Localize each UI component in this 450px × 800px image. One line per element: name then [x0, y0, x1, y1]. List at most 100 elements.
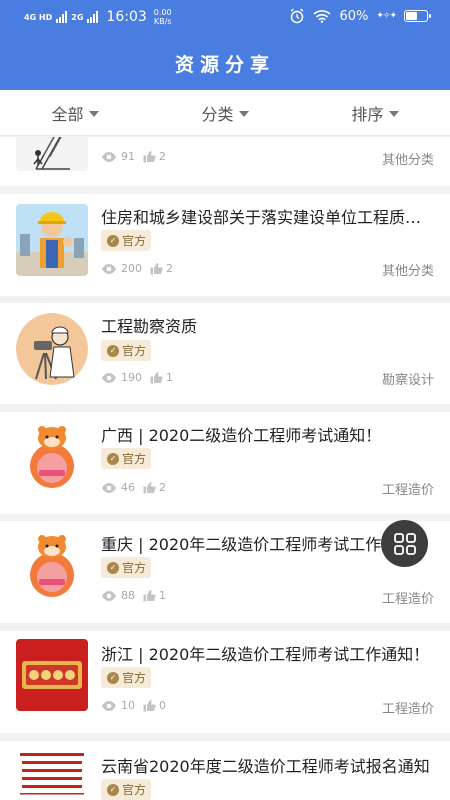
- resource-list: ✓ 官方 91 2 其他分类 住房和城乡建设部关于落实建设单位工程质量首要责任的…: [0, 137, 450, 800]
- thumbs-up-icon: [150, 263, 163, 275]
- official-badge-label: 官方: [122, 783, 147, 797]
- view-count: 91: [121, 150, 135, 163]
- item-title: 广西 | 2020二级造价工程师考试通知！: [101, 426, 382, 445]
- official-badge: ✓ 官方: [101, 557, 151, 578]
- official-badge: ✓ 官方: [101, 667, 151, 688]
- thumbs-up-icon: [143, 700, 156, 712]
- official-badge: ✓ 官方: [101, 448, 151, 469]
- eye-icon: [102, 482, 116, 493]
- wifi-icon: [313, 10, 332, 23]
- network-indicator-1: 4G HD: [24, 12, 53, 22]
- thumbnail-worker-thumbs-up: [16, 204, 88, 276]
- filter-sort-label: 排序: [351, 104, 384, 124]
- item-title: 浙江 | 2020年二级造价工程师考试工作通知！: [101, 645, 430, 664]
- like-count: 0: [159, 699, 166, 712]
- app-header: 4G HD 2G 16:03 0.00 KB/s 60% ✦✧✦ 资源分享: [0, 0, 450, 90]
- item-title: 工程勘察资质: [101, 317, 198, 336]
- official-badge-label: 官方: [122, 234, 147, 248]
- official-badge-label: 官方: [122, 344, 147, 358]
- item-stats: 10 0: [101, 699, 166, 712]
- verified-icon: ✓: [107, 671, 119, 684]
- item-title: 住房和城乡建设部关于落实建设单位工程质量首要责任的通知: [101, 208, 436, 227]
- view-count: 10: [121, 699, 135, 712]
- official-badge-label: 官方: [122, 671, 147, 685]
- like-count: 1: [159, 589, 166, 602]
- item-stats: 190 1: [101, 371, 173, 384]
- list-item[interactable]: 浙江 | 2020年二级造价工程师考试工作通知！ ✓ 官方 10 0 工程造价: [0, 631, 450, 733]
- official-badge: ✓ 官方: [101, 779, 151, 800]
- item-title: 云南省2020年度二级造价工程师考试报名通知: [101, 757, 430, 776]
- official-badge-label: 官方: [122, 452, 147, 466]
- caret-down-icon: [388, 110, 399, 117]
- thumbs-up-icon: [143, 482, 156, 494]
- app-screen: 4G HD 2G 16:03 0.00 KB/s 60% ✦✧✦ 资源分享 全部…: [0, 0, 450, 800]
- category-label: 工程造价: [381, 702, 434, 717]
- category-label: 勘察设计: [381, 373, 434, 388]
- verified-icon: ✓: [107, 344, 119, 357]
- like-count: 2: [159, 481, 166, 494]
- like-count: 2: [166, 262, 173, 275]
- status-bar: 4G HD 2G 16:03 0.00 KB/s 60% ✦✧✦: [0, 0, 450, 34]
- eye-icon: [102, 590, 116, 601]
- category-label: 其他分类: [381, 264, 434, 279]
- filter-bar: 全部 分类 排序: [0, 90, 450, 136]
- category-label: 其他分类: [381, 153, 434, 168]
- grid-icon: [393, 532, 416, 555]
- official-badge: ✓ 官方: [101, 230, 151, 251]
- item-stats: 200 2: [101, 262, 173, 275]
- list-item[interactable]: 广西 | 2020二级造价工程师考试通知！ ✓ 官方 46 2 工程造价: [0, 412, 450, 514]
- list-item[interactable]: ✓ 官方 91 2 其他分类: [0, 137, 450, 186]
- sparkle-icon: ✦✧✦: [376, 11, 397, 21]
- category-label: 工程造价: [381, 483, 434, 498]
- official-badge-label: 官方: [122, 561, 147, 575]
- list-item[interactable]: 云南省2020年度二级造价工程师考试报名通知 ✓ 官方: [0, 741, 450, 800]
- network-indicator-2: 2G: [71, 12, 84, 22]
- thumbnail-tiger-mascot: [16, 420, 88, 492]
- thumbnail-construction-site: [16, 137, 88, 171]
- thumbnail-surveyor: [16, 313, 88, 385]
- eye-icon: [102, 372, 116, 383]
- filter-sort[interactable]: 排序: [300, 90, 450, 135]
- item-stats: 46 2: [101, 481, 166, 494]
- eye-icon: [102, 151, 116, 162]
- battery-percentage: 60%: [339, 8, 369, 24]
- view-count: 200: [121, 262, 142, 275]
- thumbs-up-icon: [143, 151, 156, 163]
- eye-icon: [102, 700, 116, 711]
- caret-down-icon: [88, 110, 99, 117]
- like-count: 2: [159, 150, 166, 163]
- filter-category[interactable]: 分类: [150, 90, 300, 135]
- category-label: 工程造价: [381, 592, 434, 607]
- verified-icon: ✓: [107, 561, 119, 574]
- list-item[interactable]: 工程勘察资质 ✓ 官方 190 1 勘察设计: [0, 303, 450, 404]
- item-stats: 88 1: [101, 589, 166, 602]
- caret-down-icon: [238, 110, 249, 117]
- verified-icon: ✓: [107, 452, 119, 465]
- network-speed: 0.00 KB/s: [153, 8, 172, 26]
- view-count: 88: [121, 589, 135, 602]
- thumbnail-official-document: [16, 749, 88, 800]
- thumbnail-red-banner: [16, 639, 88, 711]
- grid-view-button[interactable]: [381, 520, 428, 567]
- filter-all[interactable]: 全部: [0, 90, 150, 135]
- thumbnail-tiger-mascot: [16, 529, 88, 601]
- item-stats: 91 2: [101, 150, 166, 163]
- signal-icon: [56, 11, 68, 23]
- eye-icon: [102, 263, 116, 274]
- thumbs-up-icon: [150, 372, 163, 384]
- thumbs-up-icon: [143, 590, 156, 602]
- alarm-icon: [291, 8, 304, 24]
- page-title: 资源分享: [174, 54, 275, 76]
- signal-icon-2: [87, 11, 99, 23]
- like-count: 1: [166, 371, 173, 384]
- official-badge: ✓ 官方: [101, 340, 151, 361]
- filter-all-label: 全部: [51, 104, 84, 124]
- list-item[interactable]: 住房和城乡建设部关于落实建设单位工程质量首要责任的通知 ✓ 官方 200 2 其…: [0, 194, 450, 296]
- battery-icon: [404, 10, 431, 22]
- view-count: 46: [121, 481, 135, 494]
- view-count: 190: [121, 371, 142, 384]
- verified-icon: ✓: [107, 234, 119, 247]
- clock: 16:03: [106, 9, 147, 25]
- verified-icon: ✓: [107, 783, 119, 796]
- filter-category-label: 分类: [201, 104, 234, 124]
